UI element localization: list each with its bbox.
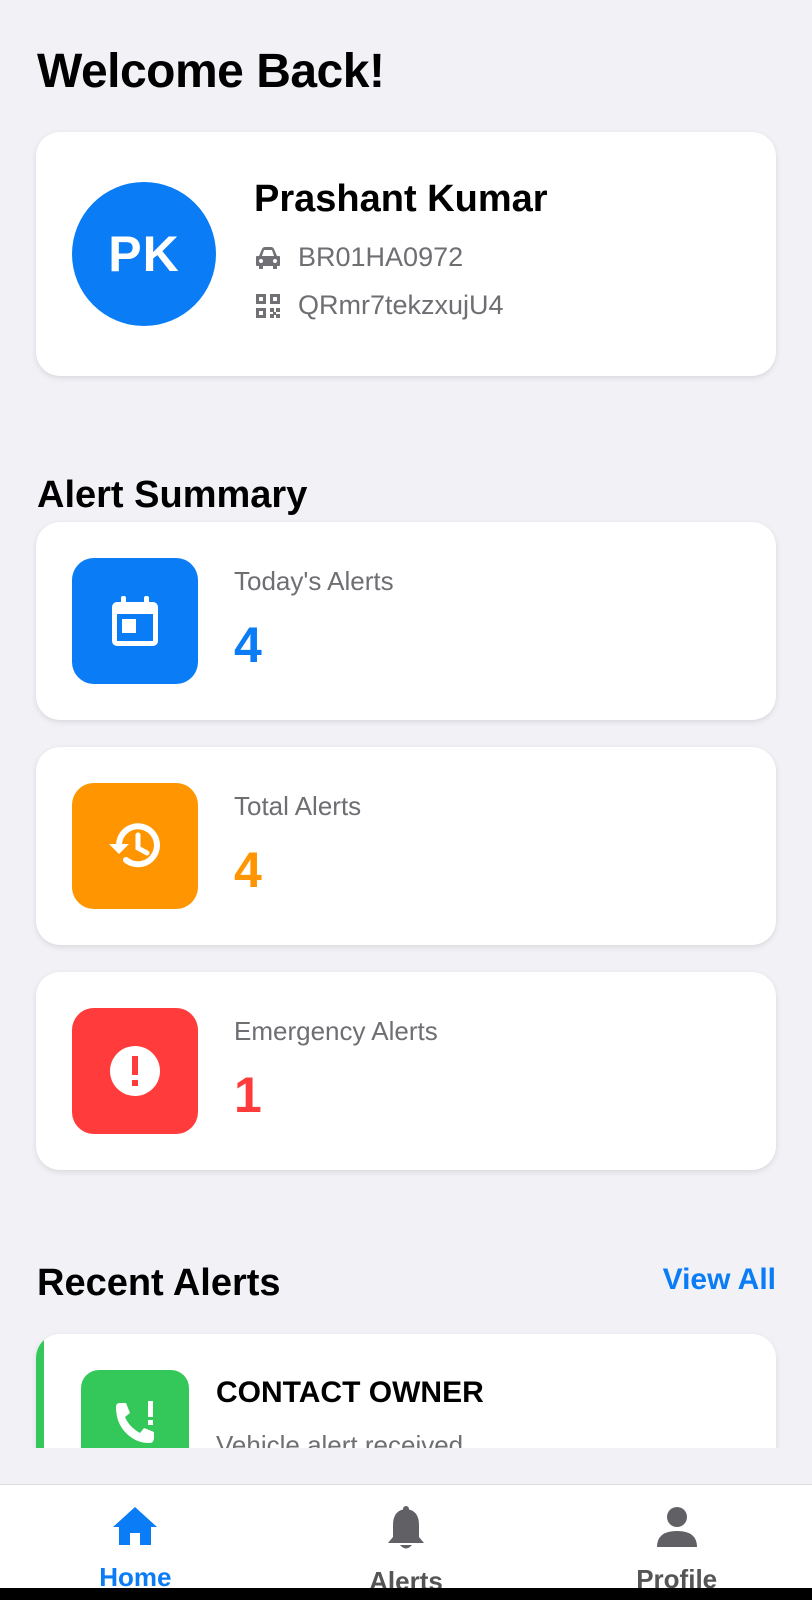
person-icon (655, 1505, 699, 1554)
bell-icon (384, 1505, 428, 1556)
calendar-icon (72, 558, 198, 684)
system-home-bar (0, 1588, 812, 1600)
emergency-alerts-label: Emergency Alerts (234, 1016, 438, 1046)
bottom-tab-bar: Home Alerts Profile (0, 1484, 812, 1596)
home-scroll-area[interactable]: Welcome Back! PK Prashant Kumar BR01HA09… (0, 0, 812, 1448)
total-alerts-card[interactable]: Total Alerts 4 (36, 747, 776, 945)
todays-alerts-card[interactable]: Today's Alerts 4 (36, 522, 776, 720)
total-alerts-label: Total Alerts (234, 791, 362, 821)
recent-alerts-title: Recent Alerts (37, 1262, 281, 1304)
todays-alerts-label: Today's Alerts (234, 566, 394, 596)
vehicle-number: BR01HA0972 (298, 242, 464, 272)
todays-alerts-count: 4 (234, 617, 262, 673)
history-icon (72, 783, 198, 909)
avatar: PK (72, 182, 216, 326)
qr-code-icon (254, 292, 282, 320)
tab-profile[interactable]: Profile (541, 1485, 812, 1594)
alert-accent-bar (36, 1334, 44, 1448)
home-icon (111, 1505, 159, 1552)
recent-alert-title: CONTACT OWNER (216, 1376, 484, 1409)
recent-alert-subtitle: Vehicle alert received (216, 1430, 464, 1448)
page-title: Welcome Back! (37, 45, 385, 98)
qr-code-value: QRmr7tekzxujU4 (298, 290, 504, 320)
user-name: Prashant Kumar (254, 178, 548, 220)
vehicle-number-row: BR01HA0972 (254, 242, 463, 273)
emergency-alerts-count: 1 (234, 1067, 262, 1123)
phone-alert-icon (81, 1370, 189, 1448)
recent-alert-item[interactable]: CONTACT OWNER Vehicle alert received (36, 1334, 776, 1448)
emergency-alerts-card[interactable]: Emergency Alerts 1 (36, 972, 776, 1170)
tab-home[interactable]: Home (0, 1485, 271, 1592)
profile-card[interactable]: PK Prashant Kumar BR01HA0972 QRmr7tekzxu… (36, 132, 776, 376)
total-alerts-count: 4 (234, 842, 262, 898)
alert-summary-title: Alert Summary (37, 474, 308, 516)
qr-code-row: QRmr7tekzxujU4 (254, 290, 504, 321)
tab-alerts[interactable]: Alerts (271, 1485, 542, 1596)
car-icon (254, 244, 282, 272)
view-all-link[interactable]: View All (663, 1263, 776, 1297)
alert-circle-icon (72, 1008, 198, 1134)
